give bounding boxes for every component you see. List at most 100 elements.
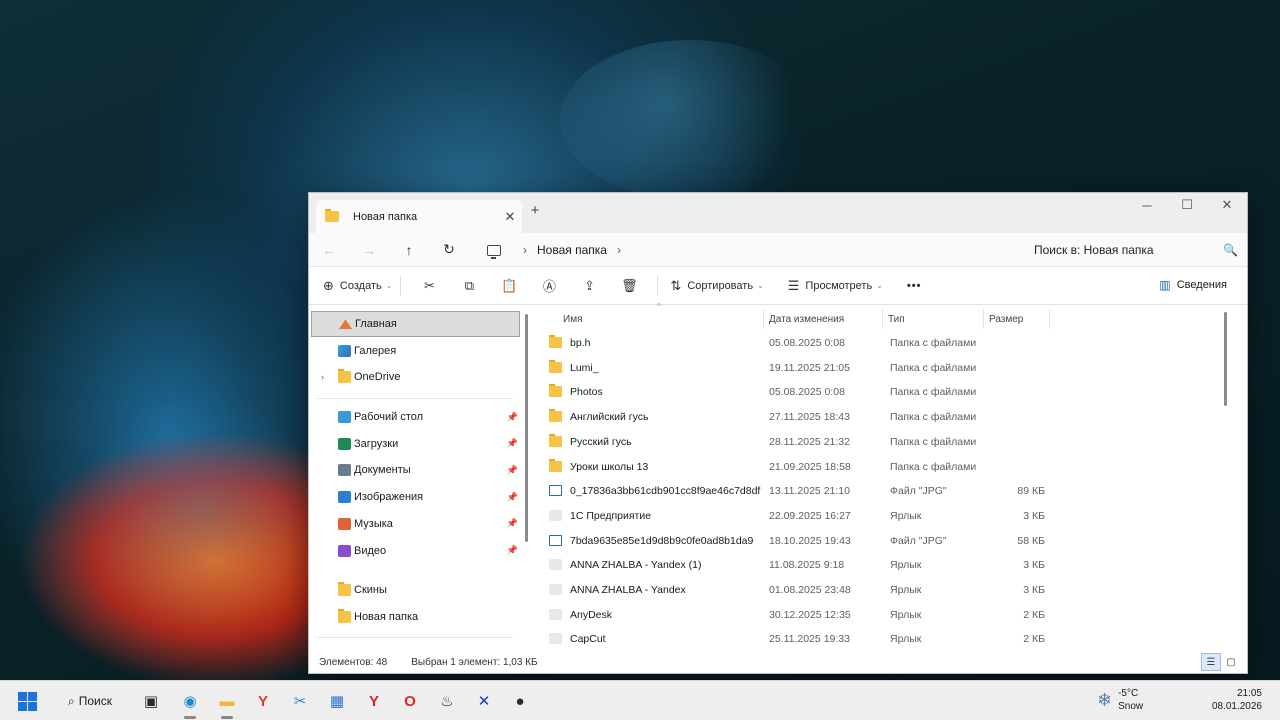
breadcrumb-item[interactable]: Новая папка: [537, 243, 607, 257]
column-header-name[interactable]: Имя: [563, 309, 582, 329]
file-explorer-icon[interactable]: ▬: [215, 689, 239, 713]
pin-icon[interactable]: 📌: [507, 465, 518, 476]
sort-button[interactable]: ⇅ Сортировать ⌄: [670, 278, 763, 294]
file-list: ^ Имя Дата изменения Тип Размер bp.h 05.0…: [537, 302, 1233, 652]
table-row[interactable]: Уроки школы 13 21.09.2025 18:58 Папка с фа…: [549, 456, 1049, 480]
table-row[interactable]: bp.h 05.08.2025 0:08 Папка с файлами: [549, 332, 1049, 356]
back-button[interactable]: ←: [309, 242, 349, 258]
sidebar-item-home[interactable]: Главная: [311, 311, 520, 337]
table-row[interactable]: Lumi_ 19.11.2025 21:05 Папка с файлами: [549, 357, 1049, 381]
sidebar-item-documents[interactable]: Документы 📌: [311, 457, 520, 483]
table-row[interactable]: Photos 05.08.2025 0:08 Папка с файлами: [549, 381, 1049, 405]
sidebar-item-label: Видео: [354, 544, 387, 557]
scrollbar[interactable]: [525, 314, 528, 542]
rename-button[interactable]: Ⓐ: [529, 276, 569, 295]
share-button[interactable]: ⇪: [569, 278, 609, 294]
edge-icon[interactable]: ◉: [178, 689, 202, 713]
column-header-date[interactable]: Дата изменения: [769, 309, 844, 329]
breadcrumb[interactable]: › Новая папка ›: [481, 237, 1016, 263]
table-row[interactable]: AnyDesk 30.12.2025 12:35 Ярлык 2 КБ: [549, 604, 1049, 628]
weather-temperature: -5°C: [1118, 688, 1139, 699]
copy-button[interactable]: ⧉: [449, 278, 489, 294]
divider[interactable]: [983, 309, 984, 329]
pin-icon[interactable]: 📌: [507, 492, 518, 503]
clock[interactable]: 21:05 08.01.2026: [1212, 687, 1262, 713]
pin-icon[interactable]: 📌: [507, 438, 518, 449]
tab-current[interactable]: Новая папка ✕: [316, 200, 522, 233]
table-row[interactable]: Русский гусь 28.11.2025 21:32 Папка с файл…: [549, 431, 1049, 455]
divider[interactable]: [1049, 309, 1050, 329]
paste-button[interactable]: 📋: [489, 278, 529, 294]
start-button[interactable]: [15, 689, 39, 713]
obs-icon[interactable]: ●: [508, 689, 532, 713]
file-name: Lumi_: [570, 361, 599, 374]
maximize-button[interactable]: ☐: [1167, 193, 1207, 217]
file-date: 28.11.2025 21:32: [769, 435, 850, 448]
file-size: 3 КБ: [1023, 509, 1045, 522]
column-header-size[interactable]: Размер: [989, 309, 1023, 329]
sidebar-item-video[interactable]: Видео 📌: [311, 538, 520, 564]
sidebar-item-onedrive[interactable]: › OneDrive: [311, 364, 520, 390]
sidebar-item-download[interactable]: Загрузки 📌: [311, 431, 520, 457]
table-row[interactable]: 7bda9635e85e1d9d8b9c0fe0ad8b1da9 18.10.20…: [549, 530, 1049, 554]
close-tab-icon[interactable]: ✕: [498, 209, 522, 225]
pin-icon[interactable]: 📌: [507, 545, 518, 556]
sidebar-item-gallery[interactable]: Галерея: [311, 338, 520, 364]
tiles-view-button[interactable]: ▢: [1221, 653, 1241, 671]
gallery-icon: [338, 345, 351, 357]
trash-icon: 🗑: [621, 277, 638, 293]
divider[interactable]: [882, 309, 883, 329]
chevron-right-icon[interactable]: ›: [321, 372, 324, 382]
xbox-icon[interactable]: ✕: [472, 689, 496, 713]
snipping-icon[interactable]: ✂: [288, 689, 312, 713]
chevron-right-icon[interactable]: ›: [523, 243, 527, 257]
new-tab-button[interactable]: +: [527, 202, 543, 219]
cut-button[interactable]: ✂: [409, 278, 449, 294]
up-button[interactable]: ↑: [389, 242, 429, 258]
task-view-icon[interactable]: ▣: [139, 689, 163, 713]
file-type: Папка с файлами: [890, 361, 977, 374]
steam-icon[interactable]: ♨: [435, 689, 459, 713]
table-row[interactable]: ANNA ZHALBA - Yandex 01.08.2025 23:48 Ярлы…: [549, 579, 1049, 603]
table-row[interactable]: Английский гусь 27.11.2025 18:43 Папка с ф…: [549, 406, 1049, 430]
file-date: 01.08.2025 23:48: [769, 584, 851, 596]
store-icon[interactable]: ▦: [325, 689, 349, 713]
more-options-button[interactable]: •••: [907, 280, 922, 292]
delete-button[interactable]: 🗑: [609, 278, 649, 294]
yandex-browser-icon[interactable]: Y: [362, 689, 386, 713]
pin-icon[interactable]: 📌: [507, 518, 518, 529]
minimize-button[interactable]: ─: [1127, 193, 1167, 217]
forward-button[interactable]: →: [349, 242, 389, 258]
status-bar: Элементов: 48 Выбран 1 элемент: 1,03 КБ …: [309, 651, 1247, 673]
column-header-type[interactable]: Тип: [888, 309, 905, 329]
sidebar-item-pictures[interactable]: Изображения 📌: [311, 484, 520, 510]
divider[interactable]: [763, 309, 764, 329]
sidebar-item-desktop[interactable]: Рабочий стол 📌: [311, 404, 520, 430]
sidebar-item-skins[interactable]: Скины: [311, 577, 520, 603]
pin-icon[interactable]: 📌: [507, 412, 518, 423]
table-row[interactable]: 0_17836a3bb61cdb901cc8f9ae46c7d8df 13.11.…: [549, 480, 1049, 504]
divider: [317, 637, 513, 638]
sidebar-item-new-folder[interactable]: Новая папка: [311, 604, 520, 630]
details-button[interactable]: ▥ Сведения: [1159, 278, 1227, 292]
table-row[interactable]: 1С Предприятие 22.09.2025 16:27 Ярлык 3 КБ: [549, 505, 1049, 529]
desktop-icon: [338, 411, 351, 423]
weather-widget[interactable]: ❄ -5°C Snow: [1097, 687, 1143, 713]
refresh-button[interactable]: ↻: [429, 241, 469, 258]
chevron-right-icon[interactable]: ›: [617, 243, 621, 257]
wallpaper-petal: [90, 380, 310, 640]
yandex-icon[interactable]: Y: [251, 689, 275, 713]
sidebar-item-music[interactable]: Музыка 📌: [311, 511, 520, 537]
file-name: Английский гусь: [570, 411, 649, 424]
opera-icon[interactable]: O: [398, 689, 422, 713]
table-row[interactable]: CapCut 25.11.2025 19:33 Ярлык 2 КБ: [549, 628, 1049, 652]
close-window-button[interactable]: ✕: [1207, 193, 1247, 217]
create-button[interactable]: ⊕ Создать ⌄: [323, 278, 392, 294]
table-row[interactable]: ANNA ZHALBA - Yandex (1) 11.08.2025 9:18 Я…: [549, 554, 1049, 578]
scrollbar[interactable]: [1224, 312, 1227, 406]
taskbar-search-button[interactable]: ⌕ Поиск: [52, 689, 132, 713]
search-input[interactable]: Поиск в: Новая папка 🔍: [1023, 237, 1243, 263]
details-view-button[interactable]: ☰: [1201, 653, 1221, 671]
file-name: CapCut: [570, 633, 606, 646]
view-button[interactable]: ☰ Просмотреть ⌄: [788, 278, 883, 294]
